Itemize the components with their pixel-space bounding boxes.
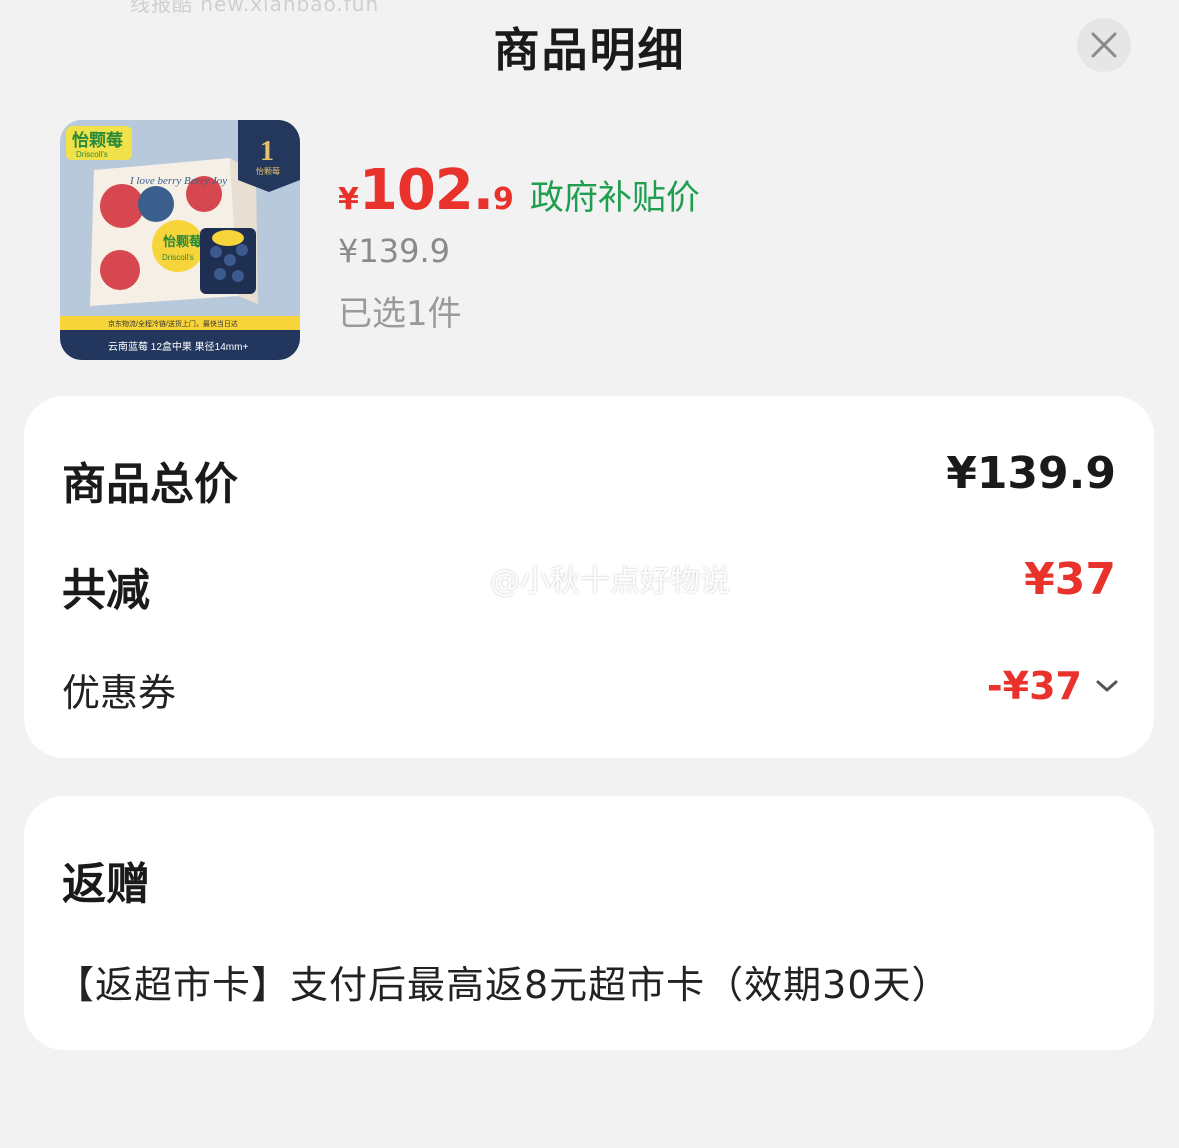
coupon-row-toggle[interactable]: -¥37 xyxy=(987,664,1120,708)
close-icon xyxy=(1091,32,1117,58)
price-decimal: 9 xyxy=(493,182,514,217)
watermark-text: @小秋十点好物说 xyxy=(490,564,730,599)
coupon-label: 优惠券 xyxy=(62,671,177,715)
current-price: ¥ 102. 9 政府补贴价 xyxy=(338,158,700,223)
svg-text:Driscoll's: Driscoll's xyxy=(76,150,108,159)
svg-text:1: 1 xyxy=(260,136,274,167)
original-price: ¥139.9 xyxy=(338,232,450,270)
weibo-watermark: @小秋十点好物说 xyxy=(440,556,730,600)
reduce-value: ¥37 xyxy=(1024,554,1116,605)
page-title: 商品明细 xyxy=(493,23,686,77)
product-detail-sheet: 线报酷 new.xianbao.fun 商品明细 怡颗莓 Driscoll's … xyxy=(0,0,1179,1148)
svg-text:京东物流/全程冷链/送货上门，最快当日达: 京东物流/全程冷链/送货上门，最快当日达 xyxy=(108,319,238,328)
gift-text: 【返超市卡】支付后最高返8元超市卡（效期30天） xyxy=(56,963,951,1007)
reduce-label: 共减 xyxy=(62,565,150,616)
svg-text:云南蓝莓 12盒中果 果径14mm+: 云南蓝莓 12盒中果 果径14mm+ xyxy=(108,340,248,353)
coupon-value: -¥37 xyxy=(986,664,1082,708)
chevron-down-icon xyxy=(1096,680,1118,692)
subsidy-label: 政府补贴价 xyxy=(529,178,700,218)
gift-card: 返赠 【返超市卡】支付后最高返8元超市卡（效期30天） xyxy=(24,796,1154,1050)
close-button[interactable] xyxy=(1077,18,1131,72)
product-image[interactable]: 怡颗莓 Driscoll's I love berry Berry Joy 怡颗… xyxy=(60,120,300,360)
currency-symbol: ¥ xyxy=(338,182,359,217)
weibo-icon xyxy=(440,564,482,595)
svg-text:怡颗莓: 怡颗莓 xyxy=(163,234,202,249)
total-label: 商品总价 xyxy=(62,459,238,510)
total-value: ¥139.9 xyxy=(946,448,1116,499)
svg-text:Driscoll's: Driscoll's xyxy=(162,253,194,262)
selected-count: 已选1件 xyxy=(338,294,462,334)
svg-text:怡颗莓: 怡颗莓 xyxy=(256,166,280,176)
price-integer: 102. xyxy=(358,158,494,223)
svg-text:怡颗莓: 怡颗莓 xyxy=(72,130,123,150)
svg-text:I love berry Berry Joy: I love berry Berry Joy xyxy=(129,175,227,187)
gift-title: 返赠 xyxy=(62,859,150,910)
